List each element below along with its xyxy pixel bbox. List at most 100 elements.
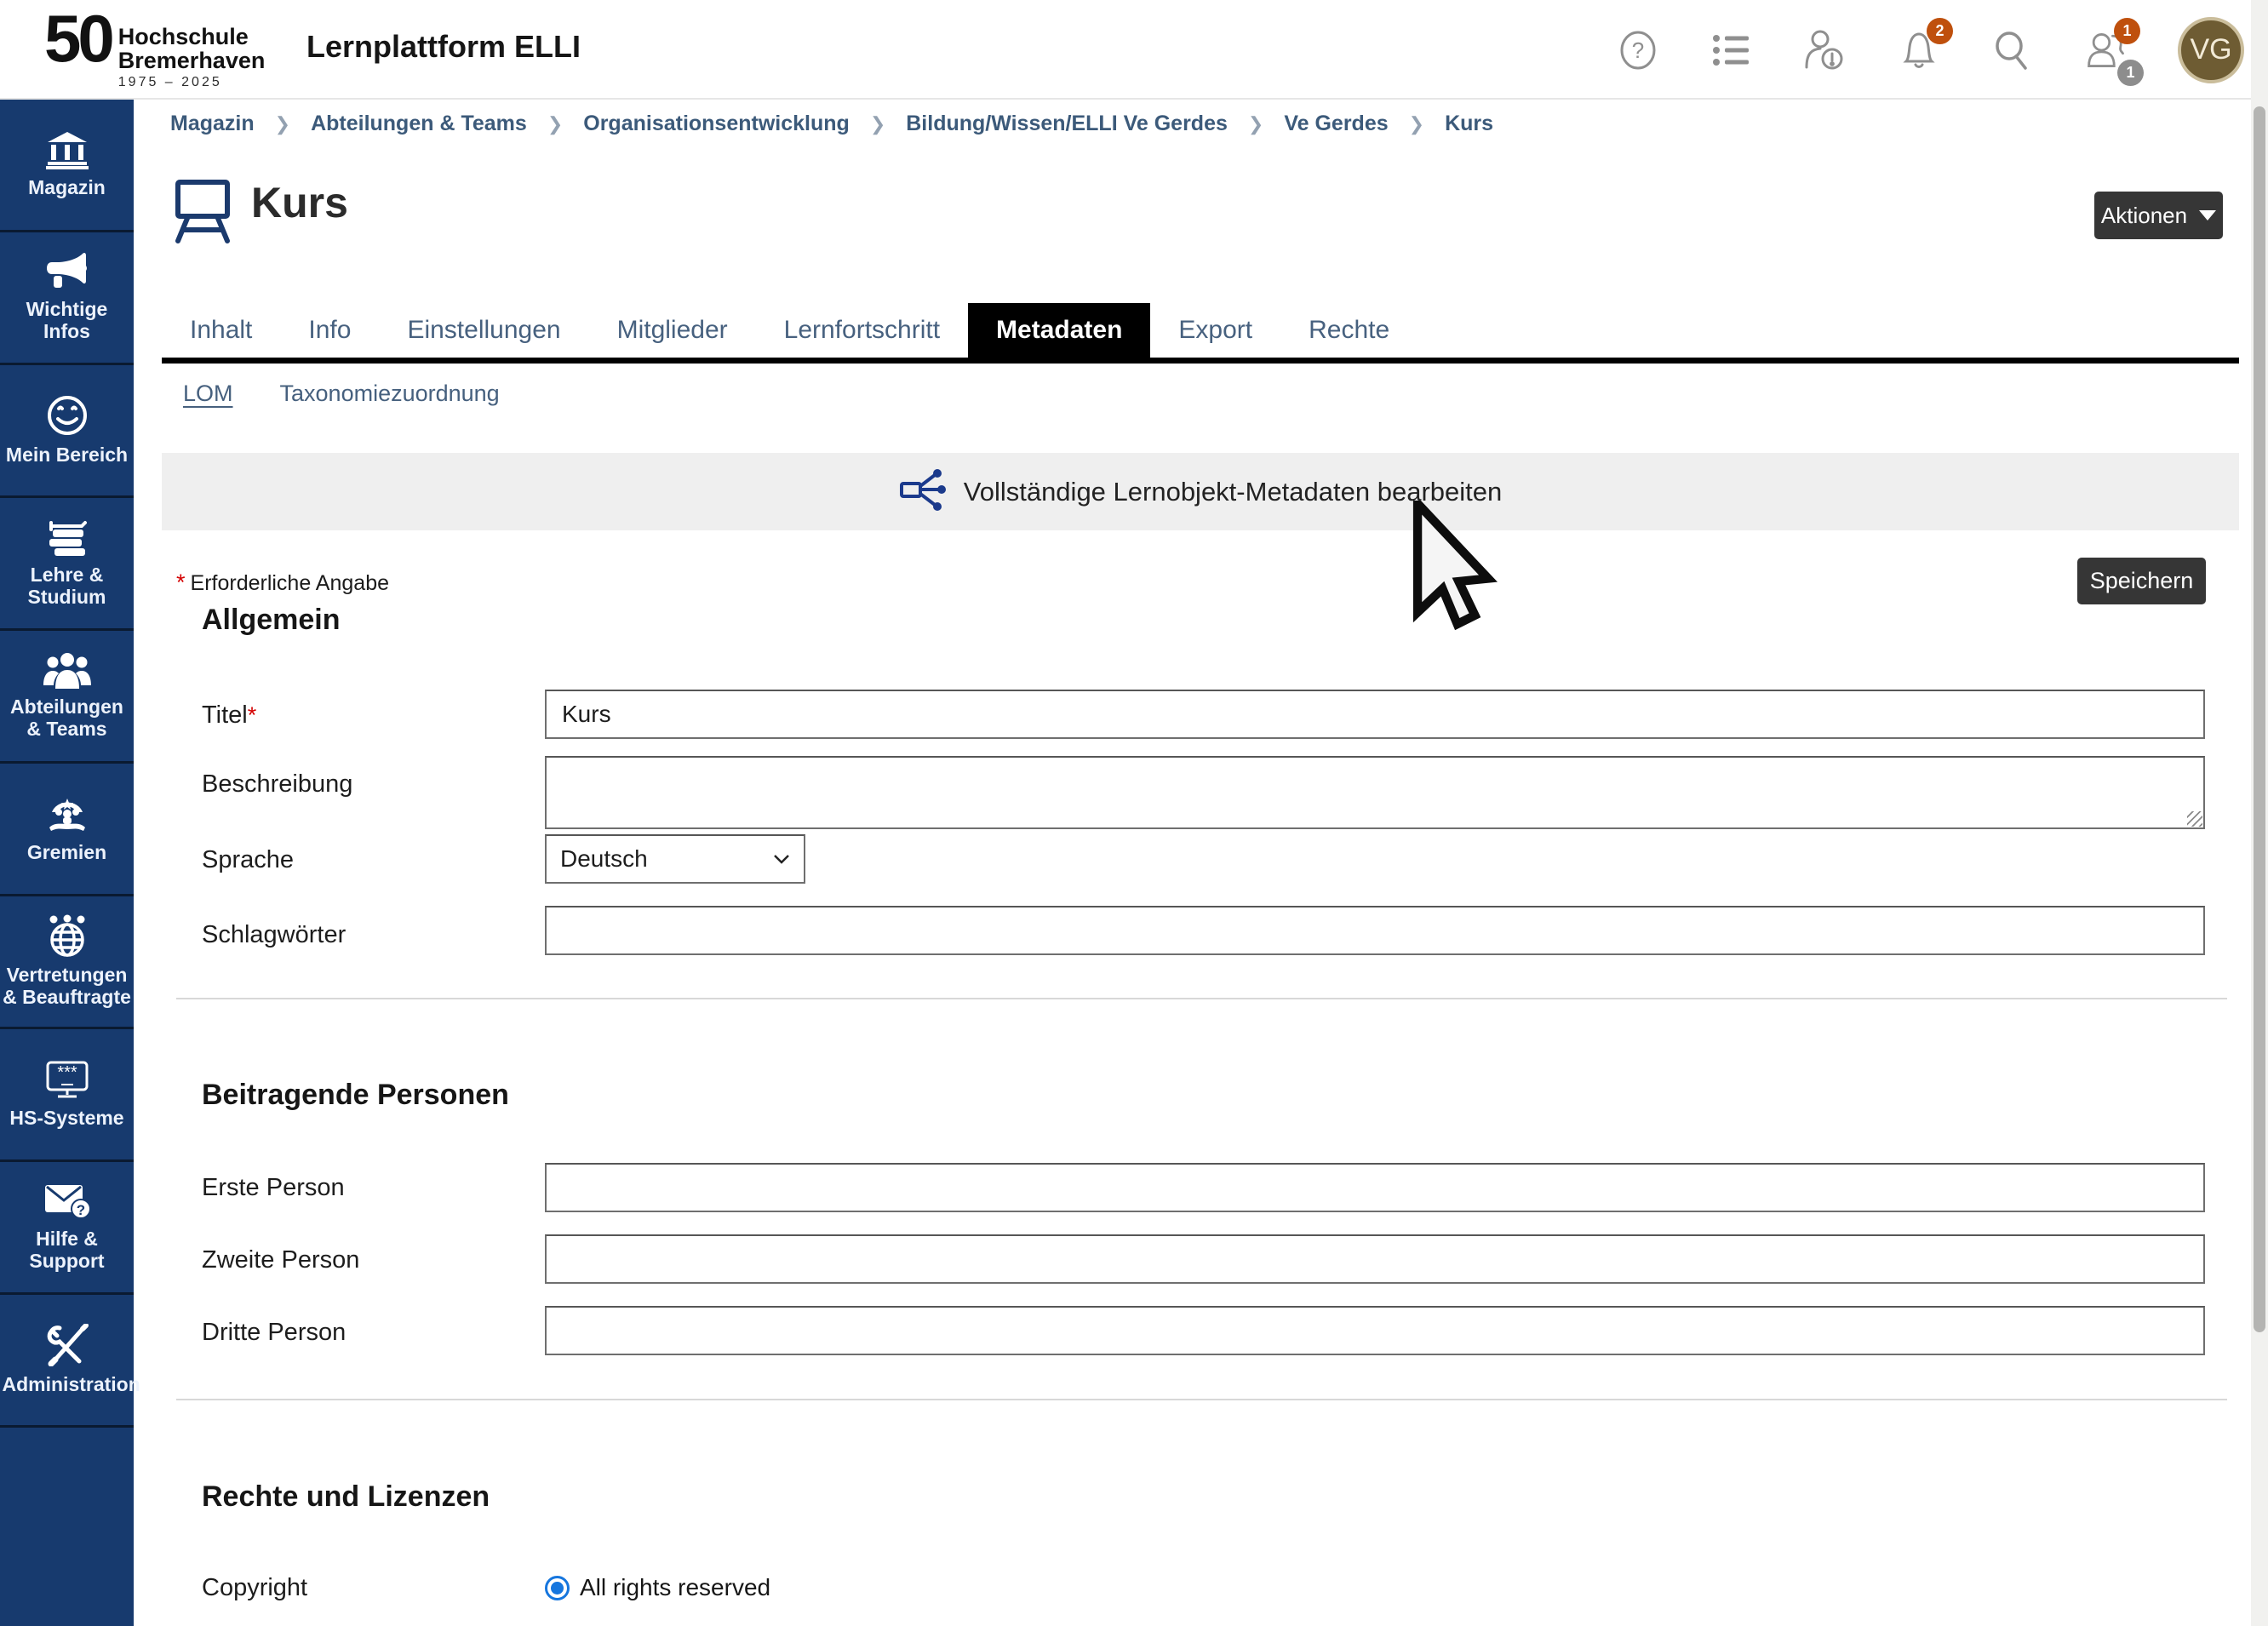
help-icon[interactable]: ? [1616,28,1660,72]
tab-lernfortschritt[interactable]: Lernfortschritt [756,303,968,358]
tab-bar: Inhalt Info Einstellungen Mitglieder Ler… [162,303,1418,358]
breadcrumb-abteilungen-teams[interactable]: Abteilungen & Teams [311,112,527,136]
sidebar-item-label: Hilfe & Support [3,1228,132,1273]
person-alert-icon[interactable] [1803,28,1847,72]
vertical-scrollbar[interactable] [2251,0,2268,1626]
dritte-person-label: Dritte Person [202,1319,346,1347]
beschreibung-textarea[interactable] [545,756,2205,829]
breadcrumb: Magazin ❯ Abteilungen & Teams ❯ Organisa… [170,112,1493,136]
tools-icon [45,1324,89,1366]
people-group-icon [43,651,91,689]
tab-export[interactable]: Export [1150,303,1280,358]
chevron-right-icon: ❯ [1409,113,1424,135]
svg-text:?: ? [1632,37,1644,63]
subtab-lom[interactable]: LOM [183,381,233,407]
sidebar-item-label: Administration [3,1374,132,1396]
save-button[interactable]: Speichern [2077,558,2206,604]
titel-label: Titel* [202,701,261,730]
required-hint-text: Erforderliche Angabe [191,571,389,595]
sprache-label: Sprache [202,846,294,874]
sidebar-item-administration[interactable]: Administration [0,1295,134,1428]
sidebar-item-hilfe-support[interactable]: ? Hilfe & Support [0,1162,134,1295]
bell-badge: 2 [1927,18,1953,44]
search-icon[interactable] [1990,28,2035,72]
sidebar-item-gremien[interactable]: Gremien [0,764,134,896]
section-heading-beitragende: Beitragende Personen [202,1079,509,1112]
edit-full-metadata-banner[interactable]: Vollständige Lernobjekt-Metadaten bearbe… [162,453,2239,530]
logo-years: 1975 – 2025 [118,75,266,90]
tab-mitglieder[interactable]: Mitglieder [589,303,756,358]
smiley-icon [46,394,89,437]
sidebar-item-label: Lehre & Studium [3,564,132,609]
mail-question-icon: ? [43,1182,91,1221]
dritte-person-input[interactable] [545,1306,2205,1355]
metadata-graph-icon [899,467,947,516]
breadcrumb-ve-gerdes[interactable]: Ve Gerdes [1284,112,1388,136]
textarea-resize-handle[interactable] [2187,811,2202,827]
tab-info[interactable]: Info [280,303,379,358]
tab-bar-underline [162,358,2239,364]
schlagwoerter-input[interactable] [545,906,2205,955]
bell-icon[interactable]: 2 [1897,28,1941,72]
erste-person-label: Erste Person [202,1174,345,1202]
schlagwoerter-label: Schlagwörter [202,921,346,949]
sidebar-item-mein-bereich[interactable]: Mein Bereich [0,365,134,498]
sidebar-item-label: Wichtige Infos [3,299,132,343]
erste-person-input[interactable] [545,1163,2205,1212]
tab-rechte[interactable]: Rechte [1280,303,1418,358]
chevron-right-icon: ❯ [1248,113,1263,135]
sidebar-item-label: Vertretungen & Beauftragte [3,965,132,1009]
contacts-icon[interactable]: 1 1 [2084,28,2128,72]
section-heading-allgemein: Allgemein [202,604,340,637]
actions-button-label: Aktionen [2101,203,2187,229]
breadcrumb-magazin[interactable]: Magazin [170,112,255,136]
copyright-option-label: All rights reserved [580,1574,770,1601]
zweite-person-input[interactable] [545,1234,2205,1284]
avatar[interactable]: VG [2178,17,2244,83]
svg-text:?: ? [76,1202,84,1218]
books-icon [44,518,90,557]
copyright-label: Copyright [202,1574,307,1602]
tab-metadaten[interactable]: Metadaten [968,303,1150,358]
sidebar-item-label: Abteilungen & Teams [3,696,132,741]
sidebar-item-vertretungen[interactable]: Vertretungen & Beauftragte [0,896,134,1029]
globe-people-icon [45,914,89,957]
sidebar-item-lehre-studium[interactable]: Lehre & Studium [0,498,134,631]
sidebar-item-hs-systeme[interactable]: *** HS-Systeme [0,1029,134,1162]
committee-icon [44,793,90,834]
sidebar-item-wichtige-infos[interactable]: Wichtige Infos [0,232,134,365]
sprache-select[interactable]: Deutsch [545,834,805,884]
main-sidebar: Magazin Wichtige Infos Mein Bereich [0,100,134,1626]
sidebar-item-abteilungen-teams[interactable]: Abteilungen & Teams [0,631,134,764]
chevron-down-icon [773,853,790,865]
section-divider [176,1399,2227,1400]
sidebar-item-magazin[interactable]: Magazin [0,100,134,232]
chevron-right-icon: ❯ [547,113,563,135]
tab-inhalt[interactable]: Inhalt [162,303,280,358]
logo-50-text: 50 [44,7,112,70]
megaphone-icon [45,252,89,291]
sidebar-item-label: HS-Systeme [9,1108,123,1130]
page-title: Kurs [251,178,348,227]
copyright-radio[interactable] [545,1576,570,1600]
chevron-right-icon: ❯ [275,113,290,135]
contacts-badge-bottom: 1 [2117,60,2144,86]
breadcrumb-kurs[interactable]: Kurs [1445,112,1493,136]
breadcrumb-organisationsentwicklung[interactable]: Organisationsentwicklung [583,112,850,136]
zweite-person-label: Zweite Person [202,1246,359,1274]
required-hint: *Erforderliche Angabe [176,570,389,596]
list-icon[interactable] [1710,28,1754,72]
main-content: Magazin ❯ Abteilungen & Teams ❯ Organisa… [134,100,2251,1626]
titel-input[interactable] [545,690,2205,739]
scrollbar-thumb[interactable] [2254,106,2265,1332]
app-title: Lernplattform ELLI [306,29,581,65]
section-divider [176,998,2227,999]
tab-einstellungen[interactable]: Einstellungen [379,303,588,358]
edit-full-metadata-label: Vollständige Lernobjekt-Metadaten bearbe… [964,477,1503,507]
subtab-taxonomiezuordnung[interactable]: Taxonomiezuordnung [280,381,500,407]
section-heading-rechte: Rechte und Lizenzen [202,1480,490,1514]
radio-dot [551,1582,564,1595]
titel-required-star: * [248,702,257,728]
breadcrumb-bildung-wissen[interactable]: Bildung/Wissen/ELLI Ve Gerdes [906,112,1228,136]
actions-button[interactable]: Aktionen [2094,192,2223,239]
